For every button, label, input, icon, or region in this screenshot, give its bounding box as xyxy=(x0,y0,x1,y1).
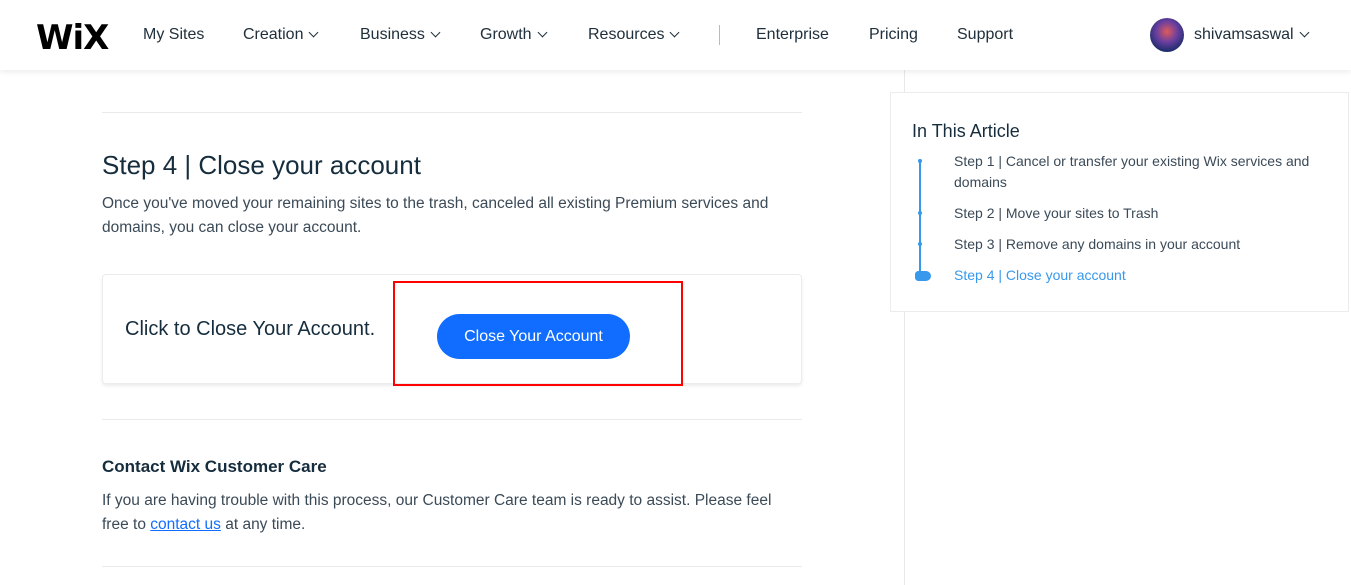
contact-text-after: at any time. xyxy=(220,516,306,533)
nav-label: Growth xyxy=(480,26,532,43)
contact-us-link[interactable]: contact us xyxy=(150,516,221,533)
toc-item-step1[interactable]: Step 1 | Cancel or transfer your existin… xyxy=(954,151,1334,193)
nav-pricing[interactable]: Pricing xyxy=(869,26,918,44)
toc-current-marker-icon xyxy=(915,271,931,281)
chevron-down-icon xyxy=(670,27,680,38)
username: shivamsaswal xyxy=(1194,26,1294,43)
nav-label: Enterprise xyxy=(756,26,829,43)
chevron-down-icon xyxy=(537,27,548,38)
toc-dot xyxy=(918,211,922,215)
nav-my-sites[interactable]: My Sites xyxy=(143,26,204,44)
nav-creation[interactable]: Creation xyxy=(243,26,319,44)
chevron-down-icon xyxy=(1299,27,1310,38)
nav-label: Resources xyxy=(588,26,665,43)
highlight-box xyxy=(393,281,683,386)
chevron-down-icon xyxy=(430,27,441,38)
toc-dot xyxy=(918,242,922,246)
nav-support[interactable]: Support xyxy=(957,26,1013,44)
nav-label: Support xyxy=(957,26,1014,43)
nav-business[interactable]: Business xyxy=(360,26,441,44)
card-title: Click to Close Your Account. xyxy=(125,318,376,340)
toc-dot xyxy=(918,159,922,163)
toc-item-step3[interactable]: Step 3 | Remove any domains in your acco… xyxy=(954,234,1334,255)
table-of-contents: In This Article Step 1 | Cancel or trans… xyxy=(890,92,1349,312)
nav-growth[interactable]: Growth xyxy=(480,26,548,44)
step4-text: Once you've moved your remaining sites t… xyxy=(102,195,769,236)
nav-label: Pricing xyxy=(869,26,918,43)
toc-item-step4[interactable]: Step 4 | Close your account xyxy=(954,265,1334,286)
toc-title: In This Article xyxy=(912,121,1020,141)
divider xyxy=(102,566,802,567)
nav-label: Creation xyxy=(243,26,304,43)
nav-divider xyxy=(719,25,720,45)
nav-resources[interactable]: Resources xyxy=(588,26,680,44)
contact-heading: Contact Wix Customer Care xyxy=(102,457,327,476)
wix-logo[interactable]: WiX xyxy=(36,18,109,58)
contact-text: If you are having trouble with this proc… xyxy=(102,489,802,537)
nav-label: Business xyxy=(360,26,425,43)
avatar[interactable] xyxy=(1150,18,1184,52)
user-menu[interactable]: shivamsaswal xyxy=(1194,26,1310,44)
divider xyxy=(102,419,802,420)
nav-label: My Sites xyxy=(143,26,205,43)
divider xyxy=(102,112,802,113)
toc-progress-line xyxy=(919,159,921,275)
step4-heading: Step 4 | Close your account xyxy=(102,150,421,180)
nav-enterprise[interactable]: Enterprise xyxy=(756,26,829,44)
chevron-down-icon xyxy=(309,27,319,38)
top-nav: WiX My Sites Creation Business Growth Re… xyxy=(0,0,1351,70)
toc-item-step2[interactable]: Step 2 | Move your sites to Trash xyxy=(954,203,1334,224)
